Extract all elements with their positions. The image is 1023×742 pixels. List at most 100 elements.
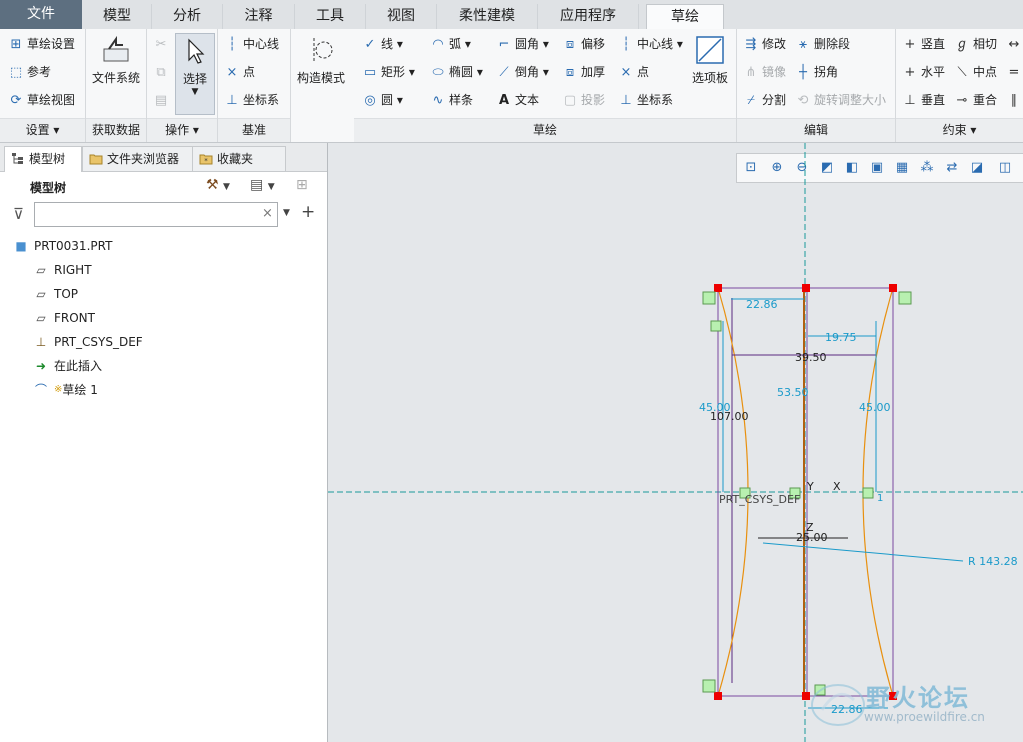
datum-csys-button[interactable]: ⊥ 坐标系 (224, 89, 279, 111)
modify-button[interactable]: ⇶ 修改 (743, 33, 786, 55)
tab-view[interactable]: 视图 (366, 4, 437, 29)
tree-item-front[interactable]: ▱ FRONT (32, 307, 95, 329)
group-label-constrain[interactable]: 约束 ▾ (896, 118, 1023, 142)
mirror-label: 镜像 (762, 65, 787, 79)
tree-show-icon[interactable]: ▤ ▼ (250, 177, 275, 193)
cut-button[interactable]: ✂ (153, 33, 172, 55)
tab-sketch[interactable]: 草绘 (646, 4, 724, 31)
dim-top-left[interactable]: 22.86 (746, 298, 778, 311)
dim-right-top[interactable]: 19.75 (825, 331, 857, 344)
add-filter-icon[interactable]: + (301, 202, 315, 222)
copy-button[interactable]: ⧉ (153, 61, 172, 83)
perpendicular-constraint-button[interactable]: ⊥ 垂直 (902, 89, 945, 111)
divide-button[interactable]: ⌿ 分割 (743, 89, 786, 111)
sketch-centerline-button[interactable]: ┆ 中心线 ▾ (618, 33, 683, 55)
chamfer-button[interactable]: ⟋ 倒角 ▾ (496, 61, 548, 83)
dim-total[interactable]: 107.00 (710, 410, 749, 423)
tab-applications[interactable]: 应用程序 (538, 4, 639, 29)
group-label-operations[interactable]: 操作 ▾ (147, 118, 217, 142)
datum-centerline-button[interactable]: ┆ 中心线 (224, 33, 279, 55)
tree-columns-icon[interactable]: ⊞ (296, 177, 308, 193)
horizontal-icon: + (904, 65, 916, 80)
dim-width[interactable]: 39.50 (795, 351, 827, 364)
tab-tools[interactable]: 工具 (295, 4, 366, 29)
rotate-resize-button[interactable]: ⟲ 旋转调整大小 (795, 89, 886, 111)
arc-button[interactable]: ◠ 弧 ▾ (430, 33, 471, 55)
dim-radius[interactable]: R 143.28 (968, 555, 1018, 568)
ribbon: ⊞ 草绘设置 ⬚ 参考 ⟳ 草绘视图 设置 ▾ 文件系统 获取数据 ✂ ⧉ ▤ 选择 … (0, 29, 1023, 143)
group-label-edit: 编辑 (737, 118, 895, 142)
dim-height-center[interactable]: 53.50 (777, 386, 809, 399)
fillet-button[interactable]: ⌐ 圆角 ▾ (496, 33, 549, 55)
datum-point-button[interactable]: × 点 (224, 61, 255, 83)
tree-settings-icon[interactable]: ⚒ ▼ (206, 177, 230, 193)
corner-button[interactable]: ┼ 拐角 (795, 61, 838, 83)
parallel-constraint-button[interactable]: ∥ (1006, 89, 1023, 111)
equal-constraint-button[interactable]: = (1006, 61, 1023, 83)
horizontal-constraint-button[interactable]: + 水平 (902, 61, 945, 83)
vertical-constraint-button[interactable]: + 竖直 (902, 33, 945, 55)
tab-annotate[interactable]: 注释 (223, 4, 295, 29)
construct-mode-button[interactable]: 构造模式 (291, 35, 351, 86)
sketch-point-button[interactable]: × 点 (618, 61, 649, 83)
rectangle-button[interactable]: ▭ 矩形 ▾ (362, 61, 415, 83)
symmetric-constraint-button[interactable]: ↔ (1006, 33, 1023, 55)
text-button[interactable]: A 文本 (496, 89, 539, 111)
constraint-marker[interactable] (898, 291, 912, 305)
tab-file[interactable]: 文件 (0, 0, 82, 29)
ellipse-button[interactable]: ⬭ 椭圆 ▾ (430, 61, 482, 83)
vertex-marker[interactable] (714, 692, 722, 700)
palette-button[interactable]: 选项板 (688, 35, 732, 86)
point-icon: × (226, 65, 238, 80)
spline-label: 样条 (449, 93, 474, 107)
circle-icon: ◎ (364, 93, 376, 108)
vertex-marker[interactable] (714, 284, 722, 292)
midpoint-constraint-button[interactable]: ⟍ 中点 (954, 61, 997, 83)
tree-item-csys[interactable]: ⊥ PRT_CSYS_DEF (32, 331, 143, 353)
thicken-button[interactable]: ⧈ 加厚 (562, 61, 605, 83)
select-button[interactable]: 选择 ▼ (175, 33, 215, 115)
sketch-setup-button[interactable]: ⊞ 草绘设置 (8, 33, 75, 55)
sketch-csys-button[interactable]: ⊥ 坐标系 (618, 89, 673, 111)
tab-favorites[interactable]: * 收藏夹 (192, 146, 286, 171)
reference-button[interactable]: ⬚ 参考 (8, 61, 51, 83)
sketch-view-button[interactable]: ⟳ 草绘视图 (8, 89, 75, 111)
radius-leader (762, 542, 964, 562)
group-label-setup[interactable]: 设置 ▾ (0, 118, 85, 142)
spline-button[interactable]: ∿ 样条 (430, 89, 473, 111)
project-button[interactable]: ▢ 投影 (562, 89, 605, 111)
coincident-constraint-button[interactable]: ⊸ 重合 (954, 89, 997, 111)
tree-item-sketch1[interactable]: ⌒ ※草绘 1 (32, 379, 98, 401)
line-button[interactable]: ✓ 线 ▾ (362, 33, 403, 55)
delete-segment-button[interactable]: ⚹ 删除段 (795, 33, 850, 55)
file-system-button[interactable]: 文件系统 (88, 35, 144, 86)
tree-item-insert-here[interactable]: ➜ 在此插入 (32, 355, 102, 377)
rectangle-label: 矩形 (381, 65, 406, 79)
dim-right-45[interactable]: 45.00 (859, 401, 891, 414)
circle-button[interactable]: ◎ 圆 ▾ (362, 89, 403, 111)
tangent-constraint-button[interactable]: ℊ 相切 (954, 33, 997, 55)
vertex-marker[interactable] (802, 284, 810, 292)
tree-item-top[interactable]: ▱ TOP (32, 283, 78, 305)
constraint-marker[interactable] (702, 679, 716, 693)
sketch-drawing[interactable]: 22.86 19.75 39.50 53.50 45.00 45.00 107.… (328, 143, 1023, 742)
tab-folder-browser[interactable]: 文件夹浏览器 (82, 146, 208, 171)
datum-centerline-label: 中心线 (243, 37, 280, 51)
tab-model[interactable]: 模型 (83, 4, 152, 29)
vertex-marker[interactable] (889, 284, 897, 292)
mirror-button[interactable]: ⋔ 镜像 (743, 61, 786, 83)
tangent-marker[interactable] (710, 320, 722, 332)
tree-item-part[interactable]: ■ PRT0031.PRT (12, 235, 112, 257)
tree-filter-input[interactable] (34, 202, 278, 227)
paste-button[interactable]: ▤ (153, 89, 172, 111)
tab-model-tree[interactable]: 模型树 (4, 146, 82, 172)
graphics-canvas[interactable]: ⊡ ⊕ ⊖ ◩ ◧ ▣ ▦ ⁂ ⇄ ◪ ◫ 22.86 19.75 39.50 … (328, 143, 1023, 742)
tab-analysis[interactable]: 分析 (152, 4, 223, 29)
offset-button[interactable]: ⧈ 偏移 (562, 33, 605, 55)
tree-item-right[interactable]: ▱ RIGHT (32, 259, 91, 281)
constraint-marker[interactable] (862, 487, 874, 499)
constraint-marker[interactable] (702, 291, 716, 305)
filter-dropdown-icon[interactable]: ▼ (283, 208, 290, 218)
tab-flexible-modeling[interactable]: 柔性建模 (437, 4, 538, 29)
clear-filter-icon[interactable]: × (262, 206, 273, 221)
